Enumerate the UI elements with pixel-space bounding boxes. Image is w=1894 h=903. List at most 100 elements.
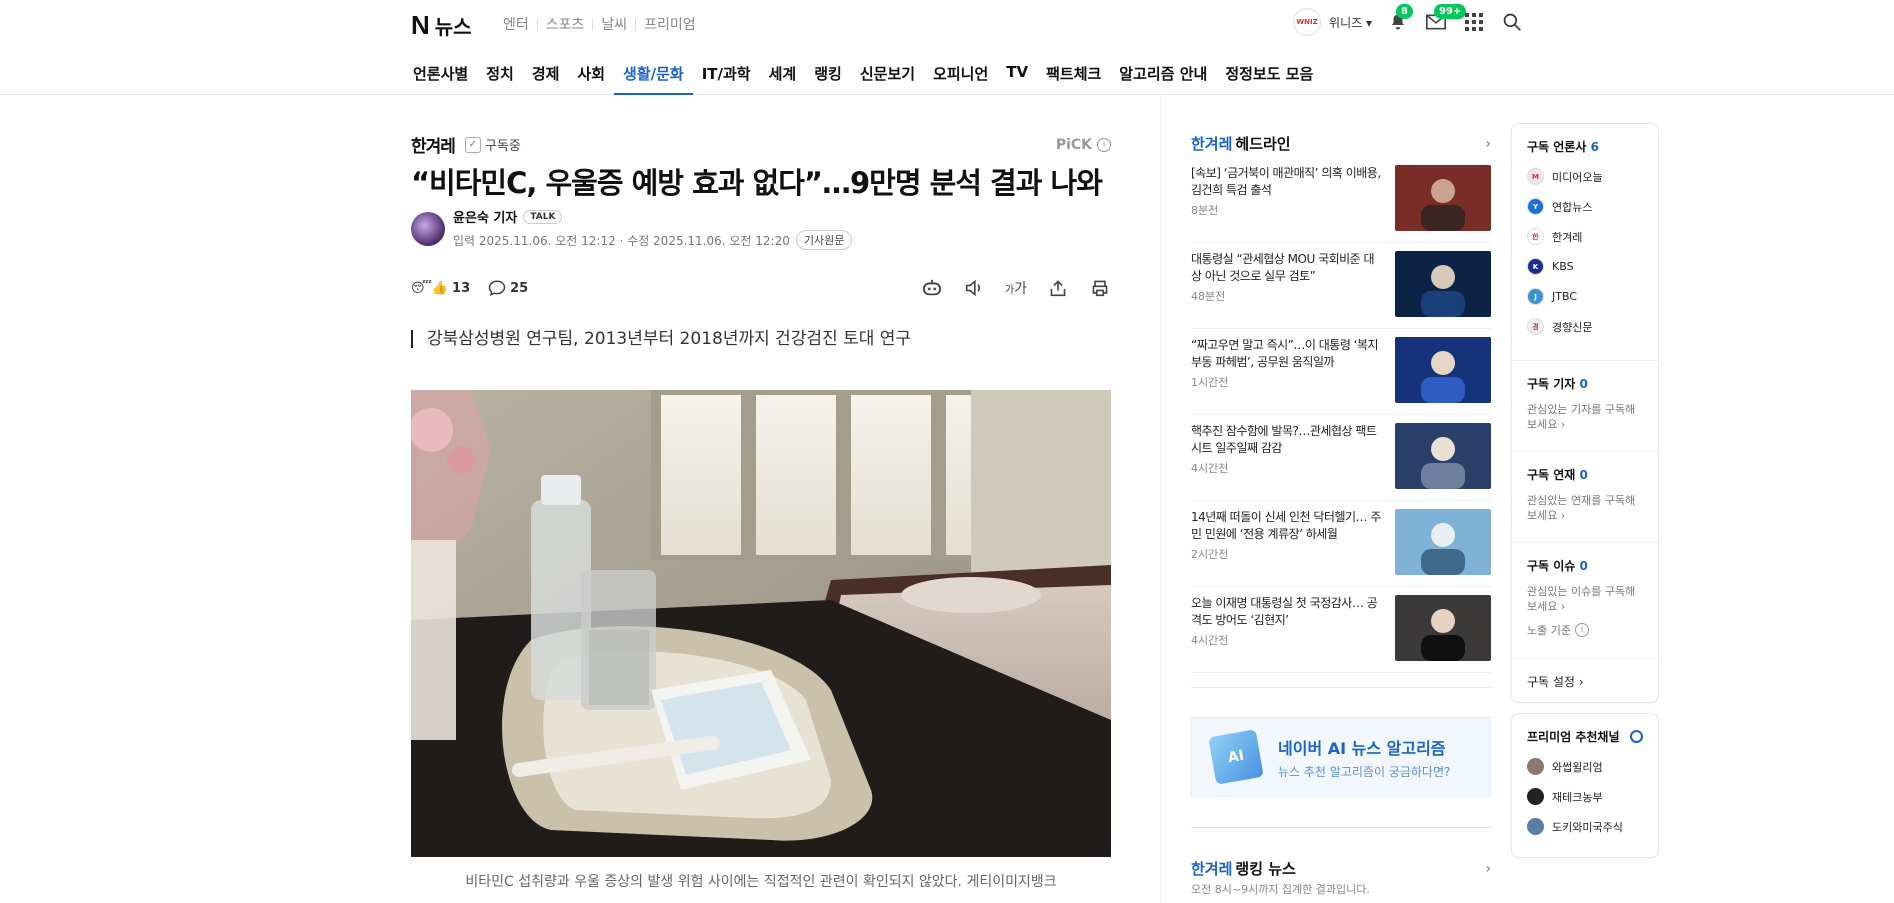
user-avatar[interactable]: WNIZ [1293,8,1322,36]
service-link-sports[interactable]: 스포츠 [538,14,593,34]
user-menu-button[interactable]: 위니즈 ▾ [1329,14,1372,31]
tab-8[interactable]: 신문보기 [851,58,924,94]
subscribed-press-item[interactable]: M 미디어오늘 [1527,168,1643,185]
reporter-name[interactable]: 윤은숙 기자 [453,207,517,226]
chevron-right-icon[interactable]: › [1485,136,1491,152]
reaction-button[interactable]: 😴👍 13 [411,281,470,296]
premium-channel-item[interactable]: 와썹윌리엄 [1527,758,1643,775]
press-name: 한겨레 [1552,230,1583,244]
subscribed-press-item[interactable]: 경 경향신문 [1527,318,1643,335]
press-logo-icon: K [1527,258,1544,275]
press-logo-icon: J [1527,288,1544,305]
subscribed-reporter-title[interactable]: 구독 기자 0 [1527,375,1643,392]
print-button[interactable] [1089,277,1111,299]
tab-10[interactable]: TV [997,58,1037,94]
service-link-entertainment[interactable]: 엔터 [495,14,537,34]
premium-title-row: 프리미엄 추천채널 [1527,728,1643,745]
headline-text: 오늘 이재명 대통령실 첫 국정감사… 공격도 방어도 ‘김현지’ 4시간전 [1191,595,1381,672]
chevron-right-icon[interactable]: › [1485,861,1491,877]
speaker-icon [965,279,981,297]
pick-text: PiCK [1055,136,1092,153]
press-title-text: 구독 언론사 [1527,140,1587,154]
tab-2[interactable]: 경제 [523,58,569,94]
tab-12[interactable]: 알고리즘 안내 [1110,58,1216,94]
tab-13[interactable]: 정정보도 모음 [1216,58,1322,94]
share-button[interactable] [1047,277,1069,299]
service-link-premium[interactable]: 프리미엄 [636,14,704,34]
headline-thumbnail[interactable] [1395,423,1491,489]
subscribed-issue-title[interactable]: 구독 이슈 0 [1527,557,1643,574]
headline-item[interactable]: 14년째 떠돌이 신세 인천 닥터헬기… 주민 민원에 ‘전용 계류장’ 하세월… [1191,501,1491,587]
subscribed-issue-section: 구독 이슈 0 관심있는 이슈를 구독해 보세요 › 노출 기준 i [1512,543,1658,659]
series-desc-link[interactable]: 관심있는 연재를 구독해 보세요 › [1527,493,1643,523]
notification-button[interactable]: 8 [1386,4,1413,34]
headline-thumbnail[interactable] [1395,595,1491,661]
share-icon [1050,280,1066,297]
tab-6[interactable]: 세계 [760,58,806,94]
channel-avatar-icon [1527,818,1544,835]
listen-button[interactable] [963,277,985,299]
naver-news-logo[interactable]: N 뉴스 [411,10,472,40]
headline-thumbnail[interactable] [1395,509,1491,575]
tab-4[interactable]: 생활/문화 [614,58,693,95]
reporter-avatar[interactable] [411,211,445,246]
subscribed-press-title[interactable]: 구독 언론사 6 [1527,138,1643,155]
mail-button[interactable]: 99+ [1424,4,1467,34]
press-logo[interactable]: 한겨레 [411,132,456,157]
headline-section-title[interactable]: 한겨레 헤드라인 › [1191,133,1491,154]
reaction-count: 13 [452,280,471,296]
headline-item[interactable]: 오늘 이재명 대통령실 첫 국정감사… 공격도 방어도 ‘김현지’ 4시간전 [1191,587,1491,673]
comment-button[interactable]: 25 [488,279,528,297]
headline-item[interactable]: [속보] ‘금거북이 매관매직’ 의혹 이배용, 김건희 특검 출석 8분전 [1191,157,1491,243]
subscribed-press-item[interactable]: K KBS [1527,258,1643,275]
criteria-link[interactable]: 노출 기준 i [1527,622,1643,638]
headline-thumbnail[interactable] [1395,251,1491,317]
subscribed-press-item[interactable]: 한 한겨레 [1527,228,1643,245]
press-logo-icon: 한 [1527,228,1544,245]
search-icon [1503,13,1521,31]
service-link-weather[interactable]: 날씨 [593,14,635,34]
tab-9[interactable]: 오피니언 [924,58,997,94]
premium-channel-item[interactable]: 도키와미국주식 [1527,818,1643,835]
tab-1[interactable]: 정치 [477,58,523,94]
summary-bot-button[interactable] [921,277,943,299]
subscribe-button[interactable]: ✓ 구독중 [464,135,521,154]
subscribed-press-item[interactable]: J JTBC [1527,288,1643,305]
talk-button[interactable]: TALK [523,209,563,224]
ai-algorithm-banner[interactable]: AI 네이버 AI 뉴스 알고리즘 뉴스 추천 알고리즘이 궁금하다면? [1191,717,1491,797]
apps-menu-button[interactable] [1462,10,1486,34]
subscription-settings-link[interactable]: 구독 설정 › [1512,659,1658,704]
tab-11[interactable]: 팩트체크 [1037,58,1110,94]
ranking-section-title[interactable]: 한겨레 랭킹 뉴스 › [1191,858,1491,879]
info-icon[interactable]: i [1097,137,1111,152]
channel-avatar-icon [1527,758,1544,775]
headline-thumbnail[interactable] [1395,165,1491,231]
headline-item[interactable]: 대통령실 “관세협상 MOU 국회비준 대상 아닌 것으로 실무 검토” 48분전 [1191,243,1491,329]
headline-item[interactable]: 핵추진 잠수함에 발목?…관세협상 팩트시트 일주일째 감감 4시간전 [1191,415,1491,501]
subscribed-series-title[interactable]: 구독 연재 0 [1527,466,1643,483]
headline-title: “짜고우면 말고 즉시”…이 대통령 ‘복지부동 파헤범’, 공무원 움직일까 [1191,338,1379,369]
headline-item[interactable]: “짜고우면 말고 즉시”…이 대통령 ‘복지부동 파헤범’, 공무원 움직일까 1… [1191,329,1491,415]
font-size-button[interactable]: 가가 [1005,277,1027,299]
headline-thumbnail[interactable] [1395,337,1491,403]
headline-brand: 한겨레 [1191,135,1233,153]
subscription-panel: 구독 언론사 6 M 미디어오늘 Y 연합뉴스한 한겨레 K KBS J JTBC 경 경향신문 구… [1511,123,1659,858]
premium-channel-item[interactable]: 재테크농부 [1527,788,1643,805]
headline-text: 대통령실 “관세협상 MOU 국회비준 대상 아닌 것으로 실무 검토” 48분전 [1191,251,1381,328]
reporter-desc-link[interactable]: 관심있는 기자를 구독해 보세요 › [1527,402,1643,432]
tab-5[interactable]: IT/과학 [693,58,760,94]
tab-7[interactable]: 랭킹 [805,58,851,94]
refresh-icon[interactable] [1630,730,1643,743]
original-article-button[interactable]: 기사원문 [795,230,853,250]
ranking-brand: 한겨레 [1191,860,1233,878]
comment-count: 25 [510,280,529,296]
headline-title: [속보] ‘금거북이 매관매직’ 의혹 이배용, 김건희 특검 출석 [1191,166,1381,197]
article-title: “비타민C, 우울증 예방 효과 없다”…9만명 분석 결과 나와 [411,166,1103,200]
subscribed-press-item[interactable]: Y 연합뉴스 [1527,198,1643,215]
press-list: M 미디어오늘 Y 연합뉴스한 한겨레 K KBS J JTBC 경 경향신문 [1527,168,1643,335]
issue-desc-link[interactable]: 관심있는 이슈를 구독해 보세요 › [1527,584,1643,614]
tab-3[interactable]: 사회 [568,58,614,94]
headline-text: 핵추진 잠수함에 발목?…관세협상 팩트시트 일주일째 감감 4시간전 [1191,423,1381,500]
tab-0[interactable]: 언론사별 [404,58,477,94]
search-button[interactable] [1500,10,1524,34]
